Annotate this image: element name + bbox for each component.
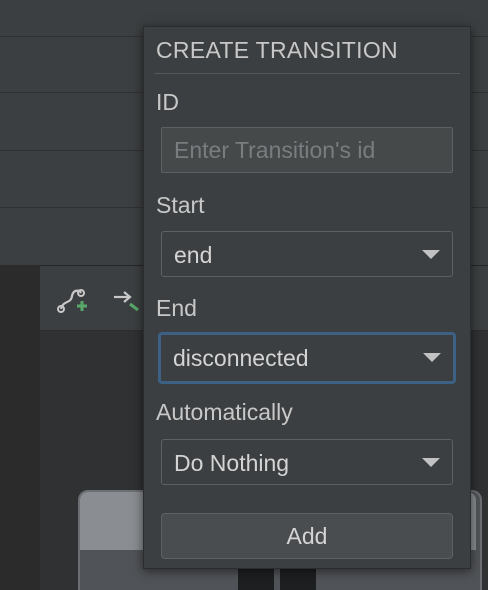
node-bar	[238, 568, 274, 590]
create-transition-icon[interactable]	[55, 284, 89, 318]
start-select[interactable]: end	[161, 231, 453, 277]
create-transition-panel: CREATE TRANSITION ID Start end End disco…	[143, 26, 471, 569]
end-select-value: disconnected	[173, 345, 309, 371]
automatically-label: Automatically	[156, 399, 293, 425]
automatically-select-value: Do Nothing	[174, 450, 290, 476]
id-input[interactable]	[161, 127, 453, 173]
automatically-select[interactable]: Do Nothing	[161, 439, 453, 485]
start-select-value: end	[174, 242, 213, 268]
chevron-down-icon	[422, 458, 440, 467]
node-bar	[280, 568, 316, 590]
create-click-handler-icon[interactable]	[110, 284, 144, 318]
left-gutter	[0, 265, 40, 590]
start-label: Start	[156, 192, 205, 218]
add-button[interactable]: Add	[161, 513, 453, 559]
title-divider	[154, 73, 460, 74]
panel-title: CREATE TRANSITION	[156, 37, 398, 63]
id-label: ID	[156, 89, 179, 115]
chevron-down-icon	[423, 353, 441, 362]
chevron-down-icon	[422, 250, 440, 259]
editor-background: CREATE TRANSITION ID Start end End disco…	[0, 0, 488, 590]
end-label: End	[156, 295, 197, 321]
end-select[interactable]: disconnected	[158, 332, 456, 384]
